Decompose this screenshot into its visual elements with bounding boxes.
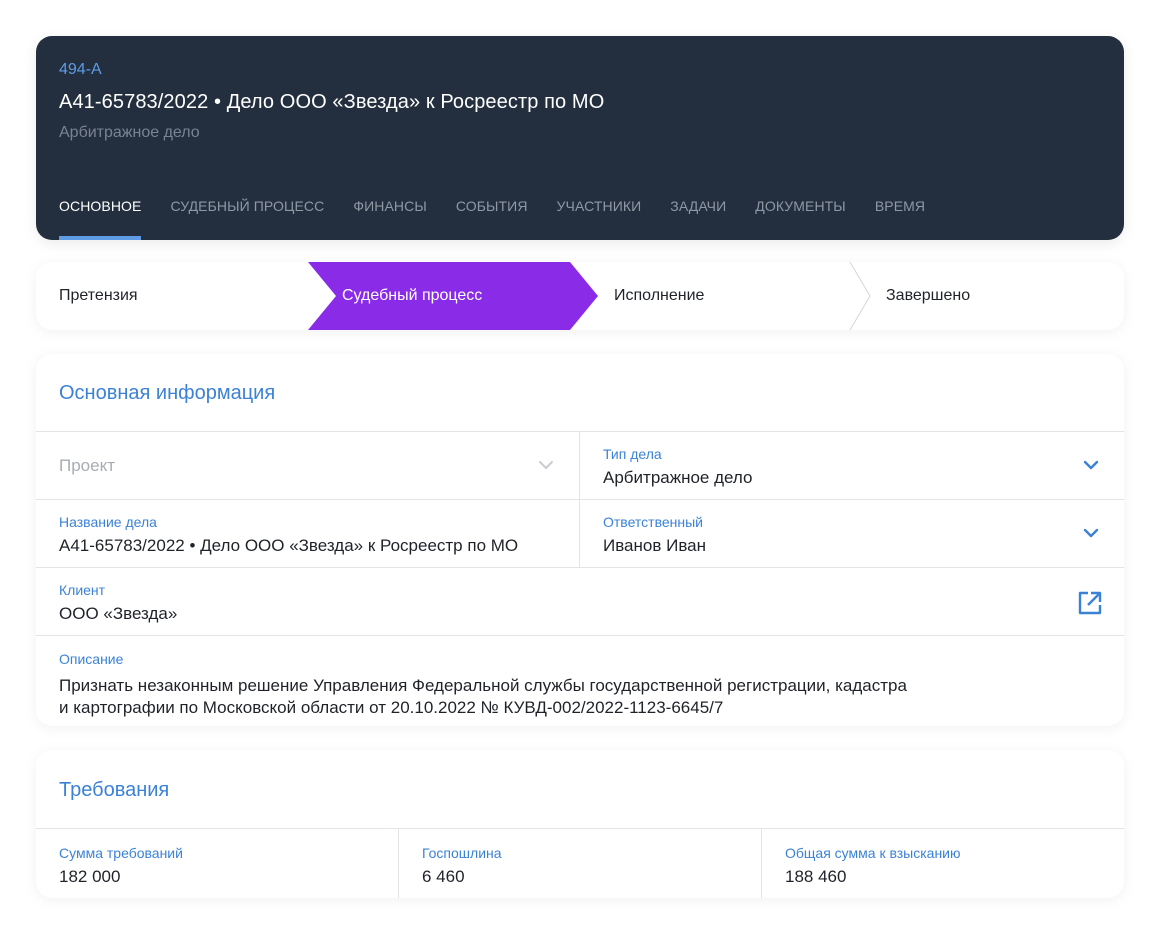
tab-time[interactable]: Время (875, 198, 925, 240)
chevron-down-icon[interactable] (1082, 527, 1100, 539)
stage-label: Претензия (59, 287, 138, 304)
tab-court-process[interactable]: Судебный процесс (170, 198, 324, 240)
claim-amount-field[interactable]: Сумма требований 182 000 (36, 829, 398, 898)
case-name-label: Название дела (59, 514, 157, 530)
case-type-label: Тип дела (603, 446, 662, 462)
main-info-title: Основная информация (59, 382, 276, 404)
case-type-select[interactable]: Тип дела Арбитражное дело (579, 432, 1124, 499)
tab-participants[interactable]: Участники (557, 198, 642, 240)
requirements-row: Сумма требований 182 000 Госпошлина 6 46… (36, 828, 1124, 898)
case-title: А41-65783/2022 • Дело ООО «Звезда» к Рос… (59, 91, 605, 113)
responsible-value: Иванов Иван (603, 536, 707, 555)
stage-label: Судебный процесс (342, 287, 483, 304)
state-fee-label: Госпошлина (422, 845, 502, 861)
state-fee-field[interactable]: Госпошлина 6 460 (398, 829, 761, 898)
state-fee-value: 6 460 (422, 867, 465, 886)
description-value: Признать незаконным решение Управления Ф… (59, 675, 1039, 719)
case-name-value: А41-65783/2022 • Дело ООО «Звезда» к Рос… (59, 536, 519, 555)
client-value: ООО «Звезда» (59, 604, 178, 623)
info-row: Название дела А41-65783/2022 • Дело ООО … (36, 499, 1124, 567)
stage-completed[interactable]: Завершено (858, 262, 1124, 330)
stage-label: Завершено (886, 287, 971, 304)
stage-claim[interactable]: Претензия (36, 262, 308, 330)
tab-finance[interactable]: Финансы (353, 198, 426, 240)
tab-tasks[interactable]: Задачи (670, 198, 726, 240)
chevron-down-icon (539, 461, 553, 469)
description-field: Описание Признать незаконным решение Упр… (36, 635, 1124, 726)
case-name-field[interactable]: Название дела А41-65783/2022 • Дело ООО … (36, 500, 579, 567)
stage-court-process[interactable]: Судебный процесс (308, 262, 598, 330)
tab-bar: Основное Судебный процесс Финансы Событи… (59, 198, 954, 240)
project-placeholder: Проект (59, 456, 115, 475)
description-line: Признать незаконным решение Управления Ф… (59, 676, 907, 695)
requirements-card: Требования Сумма требований 182 000 Госп… (36, 750, 1124, 898)
claim-amount-label: Сумма требований (59, 845, 183, 861)
case-type-value: Арбитражное дело (603, 468, 753, 487)
responsible-select[interactable]: Ответственный Иванов Иван (579, 500, 1124, 567)
main-info-card: Основная информация Проект Тип дела Арби… (36, 354, 1124, 726)
client-field: Клиент ООО «Звезда» (36, 567, 1124, 635)
open-external-icon[interactable] (1076, 589, 1104, 617)
stage-progress: Претензия Судебный процесс Исполнение За… (36, 262, 1124, 330)
responsible-label: Ответственный (603, 514, 703, 530)
case-type: Арбитражное дело (59, 124, 200, 141)
claim-amount-value: 182 000 (59, 867, 121, 886)
description-label: Описание (59, 651, 124, 667)
chevron-down-icon[interactable] (1082, 459, 1100, 471)
project-select[interactable]: Проект (36, 432, 579, 499)
tab-events[interactable]: События (456, 198, 528, 240)
client-label: Клиент (59, 582, 106, 598)
case-header: 494-A А41-65783/2022 • Дело ООО «Звезда»… (36, 36, 1124, 240)
stage-execution[interactable]: Исполнение (586, 262, 856, 330)
info-row: Проект Тип дела Арбитражное дело (36, 431, 1124, 499)
requirements-title: Требования (59, 779, 170, 801)
stage-label: Исполнение (614, 287, 705, 304)
tab-documents[interactable]: Документы (755, 198, 846, 240)
total-amount-field[interactable]: Общая сумма к взысканию 188 460 (761, 829, 1124, 898)
case-code: 494-A (59, 61, 102, 78)
description-line: и картографии по Московской области от 2… (59, 698, 724, 717)
total-amount-value: 188 460 (785, 867, 847, 886)
total-amount-label: Общая сумма к взысканию (785, 845, 961, 861)
tab-main[interactable]: Основное (59, 198, 142, 240)
